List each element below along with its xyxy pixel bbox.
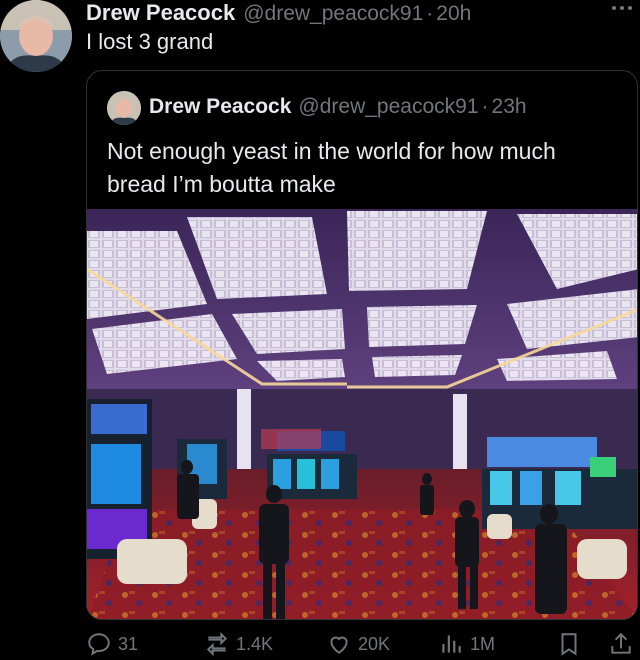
- share-button[interactable]: [608, 631, 634, 657]
- tweet-header: Drew Peacock @drew_peacock91 · 20h: [86, 0, 630, 26]
- quoted-author-handle: @drew_peacock91: [298, 95, 479, 118]
- avatar-photo: [107, 91, 141, 125]
- casino-image: [87, 209, 637, 619]
- tweet-timestamp[interactable]: 20h: [436, 2, 471, 26]
- reply-icon: [88, 633, 110, 656]
- author-name[interactable]: Drew Peacock: [86, 0, 235, 26]
- avatar-photo: [0, 0, 72, 72]
- more-options-button[interactable]: [610, 0, 634, 14]
- views-chart-icon: [442, 635, 461, 653]
- quoted-author-name: Drew Peacock: [149, 95, 292, 118]
- quoted-tweet[interactable]: Drew Peacock @drew_peacock91 · 23h Not e…: [86, 70, 638, 620]
- repost-count: 1.4K: [236, 633, 274, 654]
- tweet-text: I lost 3 grand: [86, 29, 214, 54]
- author-handle[interactable]: @drew_peacock91: [243, 2, 423, 26]
- casino-photo[interactable]: [87, 209, 637, 619]
- bookmark-button[interactable]: [556, 631, 582, 657]
- quoted-tweet-text: Not enough yeast in the world for how mu…: [107, 138, 556, 197]
- quoted-timestamp: 23h: [491, 95, 527, 118]
- views-button[interactable]: 1M: [438, 631, 495, 657]
- like-button[interactable]: 20K: [326, 631, 390, 657]
- tweet-actions: 31 1.4K 20K 1M: [86, 628, 640, 660]
- repost-icon: [206, 631, 228, 657]
- reply-button[interactable]: 31: [86, 631, 138, 657]
- repost-button[interactable]: 1.4K: [204, 631, 273, 657]
- share-icon: [611, 632, 631, 654]
- author-avatar[interactable]: [0, 0, 72, 72]
- heart-icon: [330, 636, 348, 654]
- quoted-author-avatar[interactable]: [107, 91, 141, 125]
- ellipsis-icon: [612, 6, 632, 10]
- views-count: 1M: [470, 633, 496, 654]
- reply-count: 31: [118, 633, 139, 654]
- separator-dot: ·: [426, 2, 434, 25]
- like-count: 20K: [358, 633, 391, 654]
- separator-dot: ·: [481, 95, 489, 118]
- quoted-tweet-header: Drew Peacock @drew_peacock91 · 23h: [149, 95, 527, 119]
- bookmark-icon: [561, 633, 577, 656]
